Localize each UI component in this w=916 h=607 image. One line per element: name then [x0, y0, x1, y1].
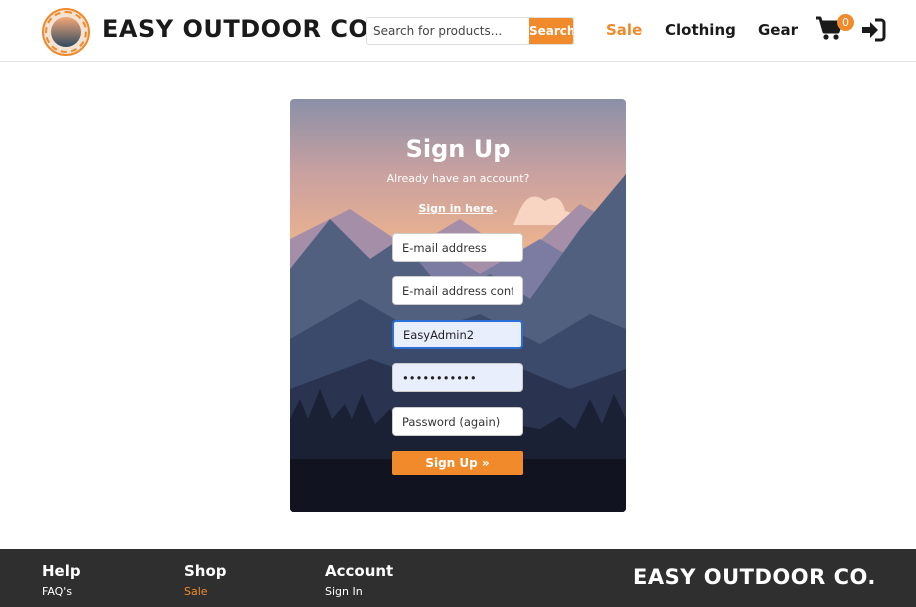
signin-link-suffix: .	[493, 202, 498, 215]
search-button[interactable]: Search	[529, 18, 573, 44]
nav-clothing[interactable]: Clothing	[665, 21, 736, 39]
footer-account-title: Account	[325, 562, 394, 580]
site-footer: Help FAQ's Shop Sale Account Sign In EAS…	[0, 549, 916, 607]
footer-brand: EASY OUTDOOR CO.	[633, 565, 876, 589]
search-input[interactable]	[367, 18, 529, 44]
signup-submit-button[interactable]: Sign Up »	[392, 451, 523, 475]
brand-name[interactable]: EASY OUTDOOR CO.	[102, 15, 378, 43]
mountain-logo-icon	[51, 17, 81, 47]
nav-sale[interactable]: Sale	[606, 21, 642, 39]
signin-link-line: Sign in here.	[290, 202, 626, 215]
search-form: Search	[366, 17, 574, 45]
footer-link-sale[interactable]: Sale	[184, 585, 208, 598]
footer-help-title: Help	[42, 562, 81, 580]
signup-card: Sign Up Already have an account? Sign in…	[290, 99, 626, 512]
nav-gear[interactable]: Gear	[758, 21, 798, 39]
signup-subtitle: Already have an account?	[386, 172, 530, 185]
password-again-field[interactable]	[392, 407, 523, 436]
password-field[interactable]	[392, 363, 523, 392]
email-confirm-field[interactable]	[392, 276, 523, 305]
signup-title: Sign Up	[405, 135, 511, 163]
cart-count-badge: 0	[837, 14, 854, 31]
footer-shop-title: Shop	[184, 562, 227, 580]
logo-badge[interactable]	[42, 8, 90, 56]
site-header: EASY OUTDOOR CO. Search Sale Clothing Ge…	[0, 0, 916, 62]
footer-link-sign-in[interactable]: Sign In	[325, 585, 363, 598]
signin-link[interactable]: Sign in here	[418, 202, 493, 215]
footer-link-faqs[interactable]: FAQ's	[42, 585, 72, 598]
username-field[interactable]	[392, 320, 523, 349]
cart-button[interactable]: 0	[815, 14, 854, 46]
email-field[interactable]	[392, 233, 523, 262]
sign-in-icon[interactable]	[860, 17, 886, 43]
